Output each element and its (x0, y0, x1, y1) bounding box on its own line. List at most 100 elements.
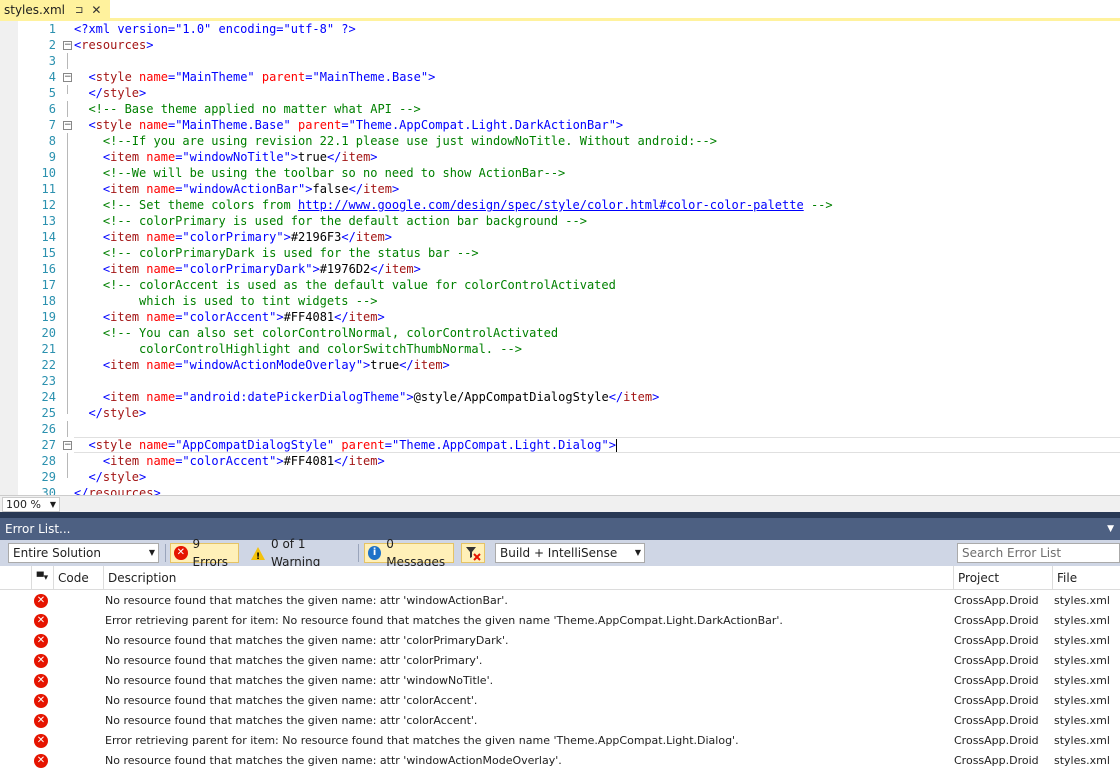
warnings-filter-button[interactable]: 0 of 1 Warning (247, 537, 353, 569)
column-header-code[interactable]: Code (54, 566, 104, 590)
code-token: name (146, 182, 176, 196)
code-line[interactable]: <item name="windowNoTitle">true</item> (74, 149, 1120, 165)
column-header-project[interactable]: Project (954, 566, 1053, 590)
code-text-area[interactable]: <?xml version="1.0" encoding="utf-8" ?> <… (74, 21, 1120, 495)
code-line[interactable]: <resources> (74, 37, 1120, 53)
code-line[interactable]: which is used to tint widgets --> (74, 293, 1120, 309)
cell-file: styles.xml (1054, 654, 1110, 667)
code-token: true (298, 150, 327, 164)
table-row[interactable]: ✕ Error retrieving parent for item: No re… (0, 611, 1120, 631)
code-line[interactable]: <item name="colorPrimaryDark">#1976D2</i… (74, 261, 1120, 277)
search-error-list-input[interactable]: Search Error List (957, 543, 1120, 563)
code-editor[interactable]: 1 2 3 4 5 6 7 8 9 10 11 12 13 14 15 16 17 18 19 20 21 22 23 24 2… (0, 21, 1120, 495)
outlining-margin: − − − − (60, 21, 74, 495)
build-source-dropdown[interactable]: Build + IntelliSense ▼ (495, 543, 645, 563)
code-token: > (406, 390, 414, 404)
code-token: "AppCompatDialogStyle" (175, 438, 335, 452)
code-line[interactable]: <item name="colorAccent">#FF4081</item> (74, 453, 1120, 469)
code-token: "MainTheme.Base" (175, 118, 291, 132)
code-line[interactable]: <!--If you are using revision 22.1 pleas… (74, 133, 1120, 149)
line-number: 11 (41, 182, 56, 196)
code-line[interactable] (74, 373, 1120, 389)
line-number: 5 (48, 86, 56, 100)
column-header-severity[interactable] (0, 566, 32, 590)
table-row[interactable]: ✕ No resource found that matches the give… (0, 751, 1120, 771)
code-line[interactable]: <!-- colorPrimary is used for the defaul… (74, 213, 1120, 229)
table-row[interactable]: ✕ Error retrieving parent for item: No re… (0, 731, 1120, 751)
scope-dropdown[interactable]: Entire Solution ▼ (8, 543, 159, 563)
code-line[interactable]: <style name = "AppCompatDialogStyle" paren… (74, 437, 1120, 453)
code-token: item (110, 358, 140, 372)
code-line[interactable]: </style> (74, 469, 1120, 485)
table-row[interactable]: ✕ No resource found that matches the give… (0, 631, 1120, 651)
code-line[interactable]: <!-- Set theme colors from http://www.go… (74, 197, 1120, 213)
clear-filter-button[interactable] (461, 543, 485, 563)
code-line[interactable] (74, 421, 1120, 437)
code-line[interactable]: colorControlHighlight and colorSwitchThu… (74, 341, 1120, 357)
code-line[interactable]: <?xml version="1.0" encoding="utf-8" ?> (74, 21, 1120, 37)
code-token: > (290, 150, 299, 164)
text-caret (615, 439, 617, 452)
table-row[interactable]: ✕ No resource found that matches the give… (0, 691, 1120, 711)
code-token: "android:datePickerDialogTheme" (182, 390, 407, 404)
table-row[interactable]: ✕ No resource found that matches the give… (0, 671, 1120, 691)
outline-guide (60, 101, 74, 117)
code-token: > (384, 230, 392, 244)
table-row[interactable]: ✕ No resource found that matches the give… (0, 651, 1120, 671)
window-menu-chevron-icon[interactable]: ▼ (1107, 518, 1114, 540)
code-line[interactable]: <!-- You can also set colorControlNormal… (74, 325, 1120, 341)
table-row[interactable]: ✕ No resource found that matches the give… (0, 591, 1120, 611)
pin-icon[interactable]: ⊐ (75, 5, 83, 16)
code-line[interactable]: </style> (74, 85, 1120, 101)
errors-filter-button[interactable]: ✕ 9 Errors (170, 537, 239, 569)
outline-guide (60, 357, 74, 373)
code-token: name (139, 118, 168, 132)
code-token: <!-- Set theme colors from (102, 198, 298, 212)
code-token: </ (326, 150, 342, 164)
column-header-description[interactable]: Description (104, 566, 954, 590)
code-line[interactable]: </style> (74, 405, 1120, 421)
table-row[interactable]: ✕ No resource found that matches the give… (0, 711, 1120, 731)
code-token: --> (803, 198, 833, 212)
code-token: > (139, 86, 147, 100)
error-list-title: Error List... (5, 522, 71, 536)
hyperlink[interactable]: http://www.google.com/design/spec/style/… (298, 198, 804, 212)
code-line[interactable] (74, 53, 1120, 69)
code-line[interactable]: <!-- colorAccent is used as the default … (74, 277, 1120, 293)
outline-guide (60, 421, 74, 437)
code-line[interactable]: <item name="colorPrimary">#2196F3</item> (74, 229, 1120, 245)
code-line[interactable]: <item name="android:datePickerDialogThem… (74, 389, 1120, 405)
messages-filter-button[interactable]: i 0 Messages (364, 537, 454, 569)
zoom-level-combo[interactable]: 100 % ▼ (2, 497, 60, 512)
code-line[interactable]: <style name="MainTheme.Base" parent="The… (74, 117, 1120, 133)
code-token: > (428, 70, 436, 84)
code-line[interactable]: <!-- colorPrimaryDark is used for the st… (74, 245, 1120, 261)
code-line[interactable]: <item name="windowActionBar">false</item… (74, 181, 1120, 197)
outline-guide (60, 229, 74, 245)
code-line[interactable]: <!--We will be using the toolbar so no n… (74, 165, 1120, 181)
code-token: > (377, 454, 385, 468)
code-token: "Theme.AppCompat.Light.Dialog" (391, 438, 609, 452)
code-line[interactable]: <style name="MainTheme" parent="MainThem… (74, 69, 1120, 85)
code-token: </ (608, 390, 624, 404)
code-token: item (348, 454, 378, 468)
code-token: item (413, 358, 443, 372)
code-token: > (139, 470, 147, 484)
collapse-toggle-icon[interactable]: − (60, 437, 74, 453)
outline-guide (60, 213, 74, 229)
column-header-file[interactable]: File (1053, 566, 1120, 590)
code-line[interactable]: <item name="windowActionModeOverlay">tru… (74, 357, 1120, 373)
code-line[interactable]: <item name="colorAccent">#FF4081</item> (74, 309, 1120, 325)
tab-styles-xml[interactable]: styles.xml ⊐ ✕ (0, 0, 110, 20)
collapse-toggle-icon[interactable]: − (60, 37, 74, 53)
close-icon[interactable]: ✕ (91, 3, 101, 17)
code-line[interactable]: <!-- Base theme applied no matter what A… (74, 101, 1120, 117)
collapse-toggle-icon[interactable]: − (60, 117, 74, 133)
code-line[interactable]: </resources> (74, 485, 1120, 495)
code-token: > (608, 438, 616, 452)
collapse-toggle-icon[interactable]: − (60, 69, 74, 85)
sort-icon[interactable]: ▀▾ (32, 566, 54, 590)
